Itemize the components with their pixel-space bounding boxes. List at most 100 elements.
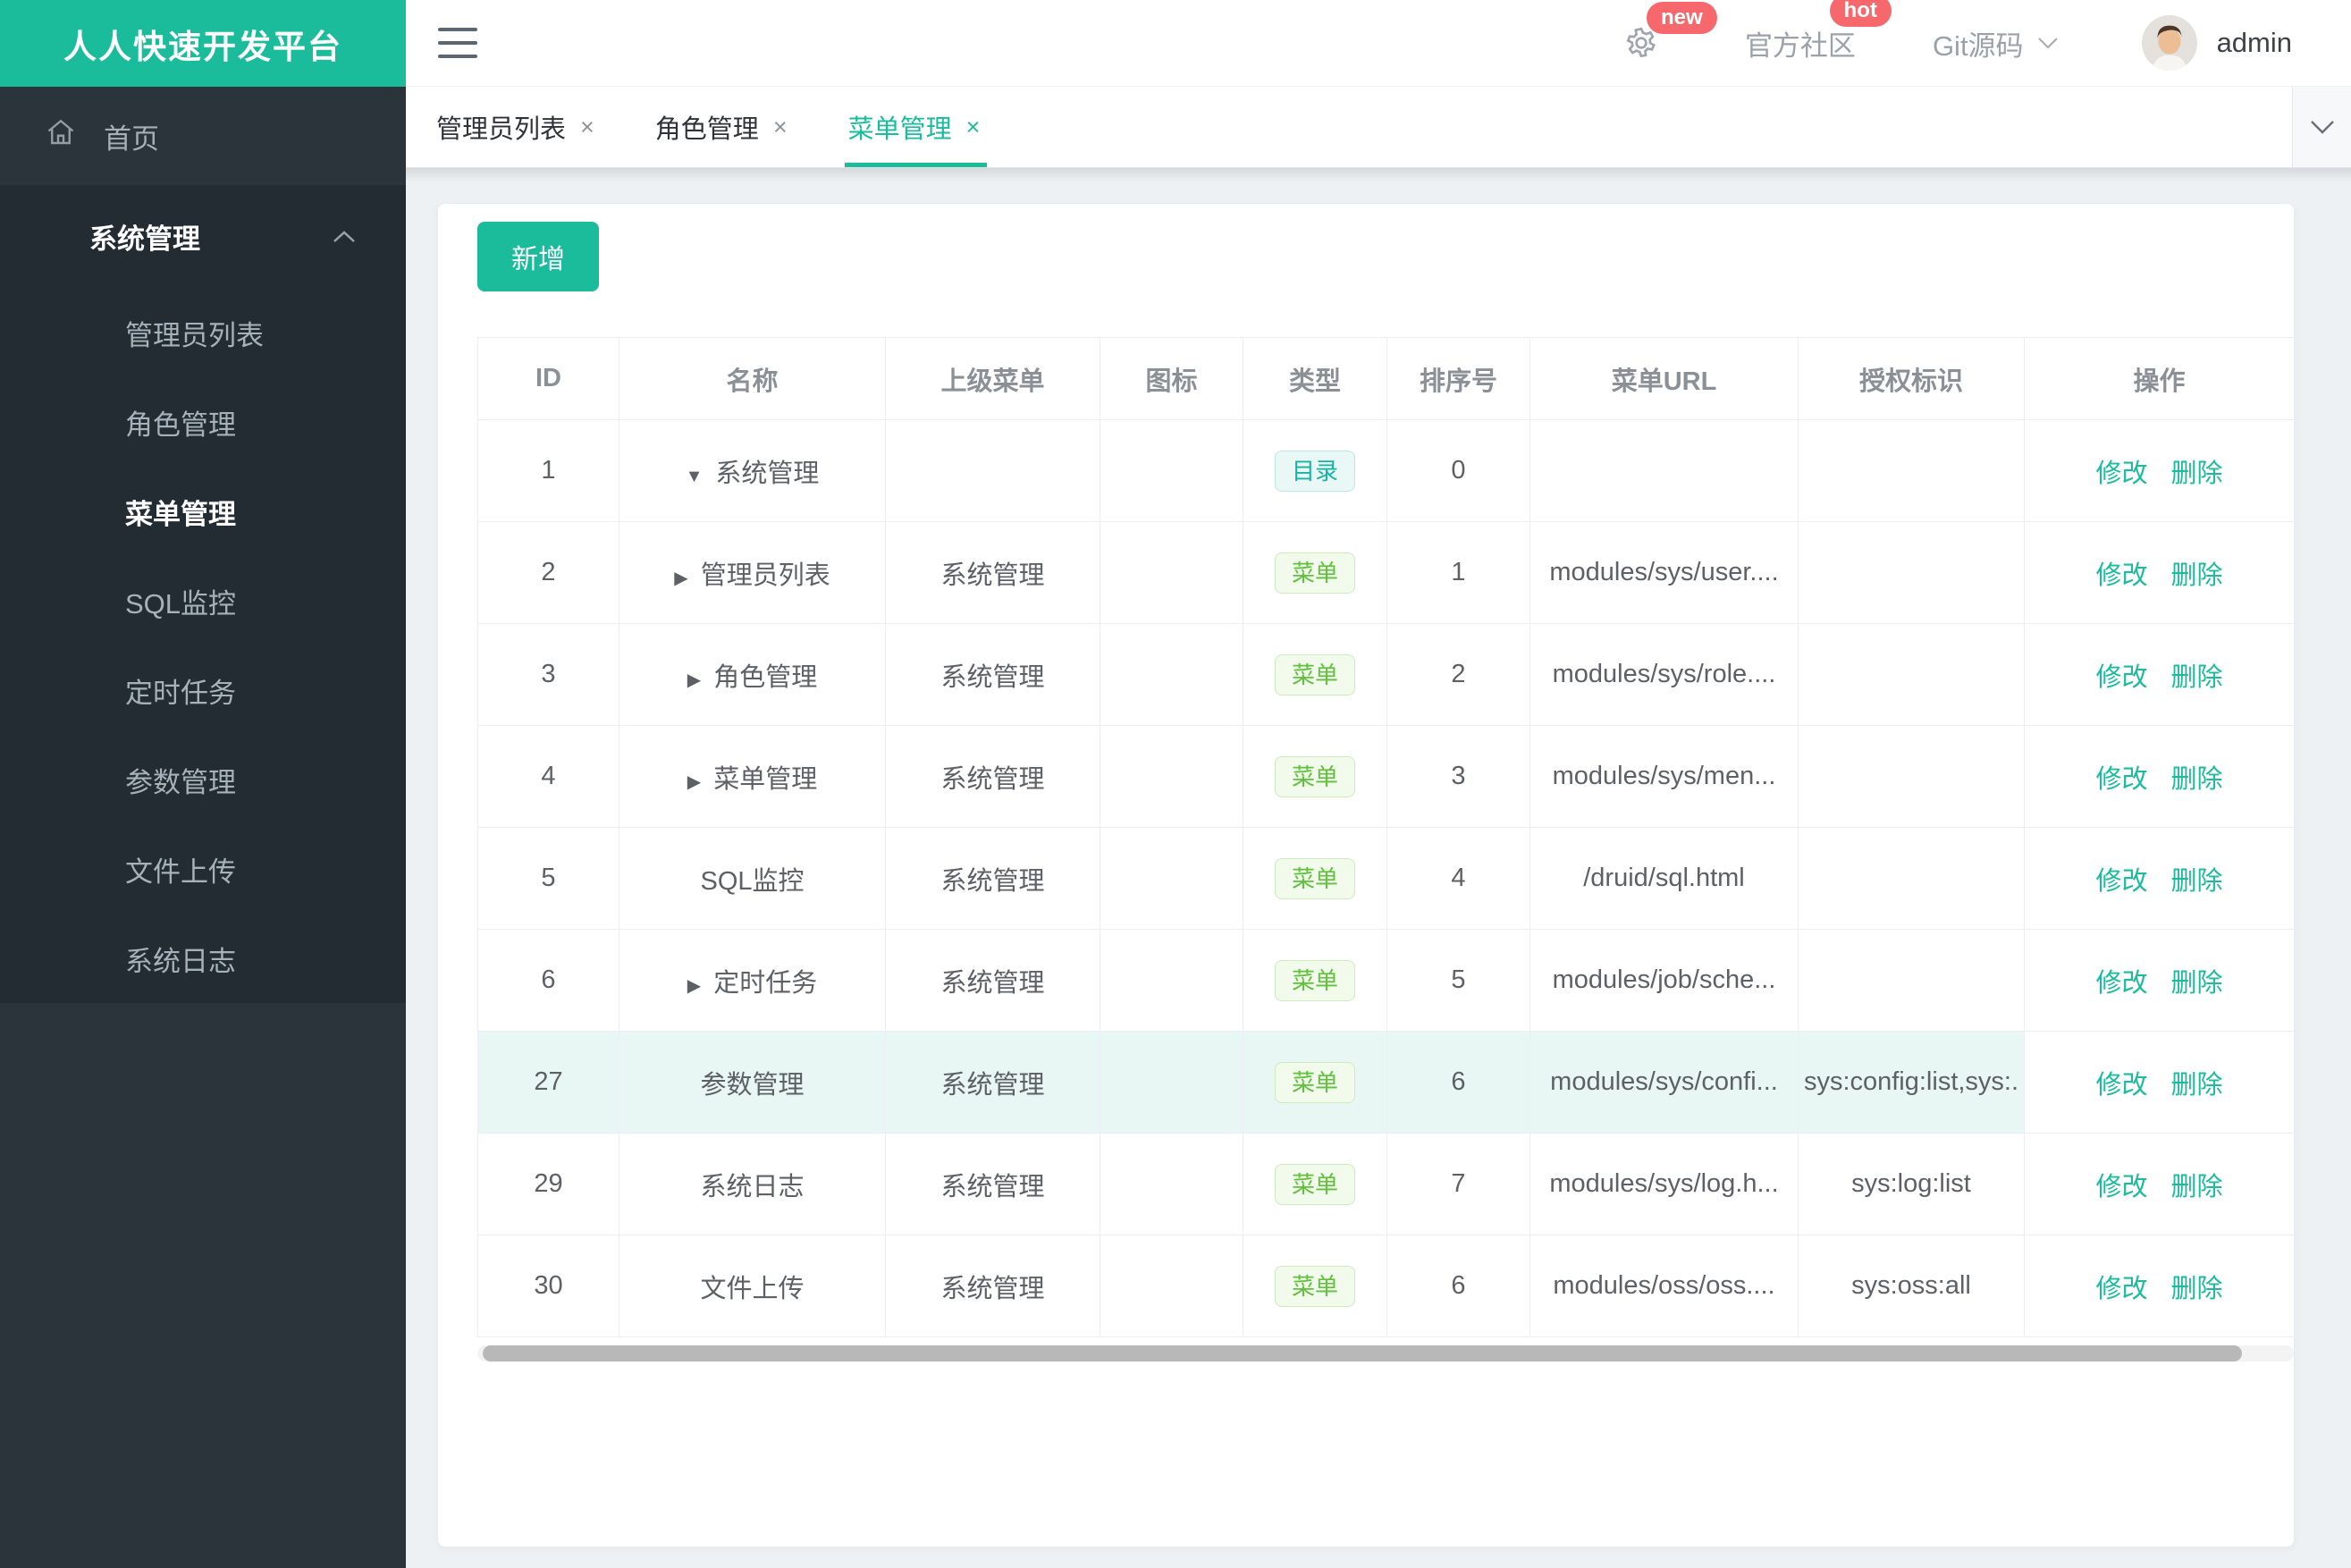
sidebar-item-home[interactable]: 首页 <box>0 87 406 185</box>
type-tag: 菜单 <box>1274 1061 1355 1103</box>
delete-link[interactable]: 删除 <box>2171 765 2223 794</box>
cell-order: 1 <box>1386 521 1530 624</box>
cell-menu-url: /druid/sql.html <box>1529 827 1799 930</box>
table-row: 27 参数管理 系统管理 菜单 6 modules/sys/confi... sys:con… <box>477 1031 2295 1134</box>
edit-link[interactable]: 修改 <box>2095 459 2147 488</box>
cell-icon <box>1100 623 1243 726</box>
cell-order: 7 <box>1386 1133 1530 1235</box>
add-button[interactable]: 新增 <box>477 222 599 291</box>
edit-link[interactable]: 修改 <box>2095 765 2147 794</box>
cell-parent-menu: 系统管理 <box>885 1133 1100 1235</box>
cell-icon <box>1100 1235 1243 1337</box>
topbar-right: new 官方社区 hot Git源码 admin <box>1623 0 2351 71</box>
hamburger-menu-icon[interactable] <box>438 28 477 58</box>
sidebar-item-文件上传[interactable]: 文件上传 <box>0 824 406 914</box>
menu-management-card: 新增 ID 名称 上级菜单 图标 类型 排序号 菜单URL 授权标识 操作 1 ▼ 系统管理 目录 0 修… <box>438 204 2295 1547</box>
tab-close-icon[interactable]: × <box>773 114 788 139</box>
username[interactable]: admin <box>2217 27 2292 59</box>
delete-link[interactable]: 删除 <box>2171 867 2223 896</box>
cell-order: 4 <box>1386 827 1530 930</box>
edit-link[interactable]: 修改 <box>2095 867 2147 896</box>
type-tag: 菜单 <box>1274 1265 1355 1307</box>
cell-permission <box>1798 623 2025 726</box>
sidebar-item-参数管理[interactable]: 参数管理 <box>0 735 406 824</box>
cell-parent-menu: 系统管理 <box>885 725 1100 828</box>
delete-link[interactable]: 删除 <box>2171 1173 2223 1201</box>
type-tag: 菜单 <box>1274 653 1355 695</box>
sidebar-item-角色管理[interactable]: 角色管理 <box>0 377 406 467</box>
cell-id: 1 <box>477 419 619 522</box>
horizontal-scrollbar-thumb[interactable] <box>483 1345 2242 1361</box>
menu-name-label: 菜单管理 <box>713 764 818 794</box>
cell-menu-url: modules/job/sche... <box>1529 929 1799 1032</box>
table-row: 4 ▶ 菜单管理 系统管理 菜单 3 modules/sys/men... 修改 删除 <box>477 725 2295 828</box>
column-header-授权标识: 授权标识 <box>1798 337 2025 420</box>
chevron-up-icon <box>333 230 355 242</box>
expand-arrow-icon[interactable]: ▶ <box>687 772 701 792</box>
sidebar-item-SQL监控[interactable]: SQL监控 <box>0 556 406 645</box>
git-source-link[interactable]: Git源码 <box>1933 23 2060 63</box>
sidebar-group-title[interactable]: 系统管理 <box>0 185 406 288</box>
edit-link[interactable]: 修改 <box>2095 1275 2147 1303</box>
cell-name: 系统日志 <box>619 1133 886 1235</box>
cell-menu-url: modules/oss/oss.... <box>1529 1235 1799 1337</box>
cell-permission: sys:oss:all <box>1798 1235 2025 1337</box>
cell-parent-menu: 系统管理 <box>885 1235 1100 1337</box>
cell-menu-url: modules/sys/confi... <box>1529 1031 1799 1134</box>
sidebar-item-定时任务[interactable]: 定时任务 <box>0 645 406 735</box>
edit-link[interactable]: 修改 <box>2095 561 2147 590</box>
expand-arrow-icon[interactable]: ▶ <box>687 670 701 690</box>
edit-link[interactable]: 修改 <box>2095 663 2147 692</box>
tab-管理员列表[interactable]: 管理员列表 × <box>406 87 625 167</box>
cell-icon <box>1100 1031 1243 1134</box>
expand-arrow-icon[interactable]: ▼ <box>686 467 704 486</box>
cell-id: 2 <box>477 521 619 624</box>
sidebar-item-菜单管理[interactable]: 菜单管理 <box>0 467 406 556</box>
menu-name-label: 文件上传 <box>700 1274 805 1303</box>
sidebar-item-label: 定时任务 <box>125 677 236 709</box>
delete-link[interactable]: 删除 <box>2171 969 2223 998</box>
community-link[interactable]: 官方社区 hot <box>1745 0 1892 63</box>
sidebar-item-label: 管理员列表 <box>125 319 264 351</box>
cell-name: ▶ 角色管理 <box>619 623 886 726</box>
expand-arrow-icon[interactable]: ▶ <box>674 569 687 588</box>
cell-type: 菜单 <box>1243 725 1387 828</box>
delete-link[interactable]: 删除 <box>2171 561 2223 590</box>
sidebar-item-系统日志[interactable]: 系统日志 <box>0 914 406 1003</box>
avatar[interactable] <box>2141 15 2197 71</box>
settings-button[interactable]: new <box>1623 2 1717 61</box>
type-tag: 菜单 <box>1274 552 1355 594</box>
cell-actions: 修改 删除 <box>2024 725 2295 828</box>
delete-link[interactable]: 删除 <box>2171 1275 2223 1303</box>
tab-角色管理[interactable]: 角色管理 × <box>625 87 818 167</box>
delete-link[interactable]: 删除 <box>2171 459 2223 488</box>
type-tag: 菜单 <box>1274 1163 1355 1205</box>
cell-type: 菜单 <box>1243 521 1387 624</box>
menu-name-label: 角色管理 <box>713 662 818 692</box>
cell-actions: 修改 删除 <box>2024 1133 2295 1235</box>
cell-id: 27 <box>477 1031 619 1134</box>
tab-close-icon[interactable]: × <box>580 114 594 139</box>
cell-actions: 修改 删除 <box>2024 521 2295 624</box>
cell-actions: 修改 删除 <box>2024 929 2295 1032</box>
tab-dropdown-button[interactable] <box>2292 87 2351 167</box>
edit-link[interactable]: 修改 <box>2095 1071 2147 1100</box>
tab-label: 角色管理 <box>654 115 759 144</box>
delete-link[interactable]: 删除 <box>2171 663 2223 692</box>
cell-parent-menu: 系统管理 <box>885 929 1100 1032</box>
edit-link[interactable]: 修改 <box>2095 1173 2147 1201</box>
cell-name: 文件上传 <box>619 1235 886 1337</box>
sidebar-item-管理员列表[interactable]: 管理员列表 <box>0 288 406 377</box>
sidebar-group-system: 系统管理 管理员列表角色管理 菜单管理 SQL监控定时任务参数管理 文件上传系统日志 <box>0 185 406 1003</box>
column-header-操作: 操作 <box>2024 337 2295 420</box>
tabs: 管理员列表 × 角色管理 × 菜单管理 × <box>406 87 1010 167</box>
delete-link[interactable]: 删除 <box>2171 1071 2223 1100</box>
edit-link[interactable]: 修改 <box>2095 969 2147 998</box>
expand-arrow-icon[interactable]: ▶ <box>687 976 701 996</box>
tab-close-icon[interactable]: × <box>966 114 981 139</box>
cell-actions: 修改 删除 <box>2024 1031 2295 1134</box>
cell-icon <box>1100 929 1243 1032</box>
tab-菜单管理[interactable]: 菜单管理 × <box>818 87 1011 167</box>
sidebar-item-label: 系统日志 <box>125 945 236 977</box>
cell-permission: sys:config:list,sys:. <box>1798 1031 2025 1134</box>
